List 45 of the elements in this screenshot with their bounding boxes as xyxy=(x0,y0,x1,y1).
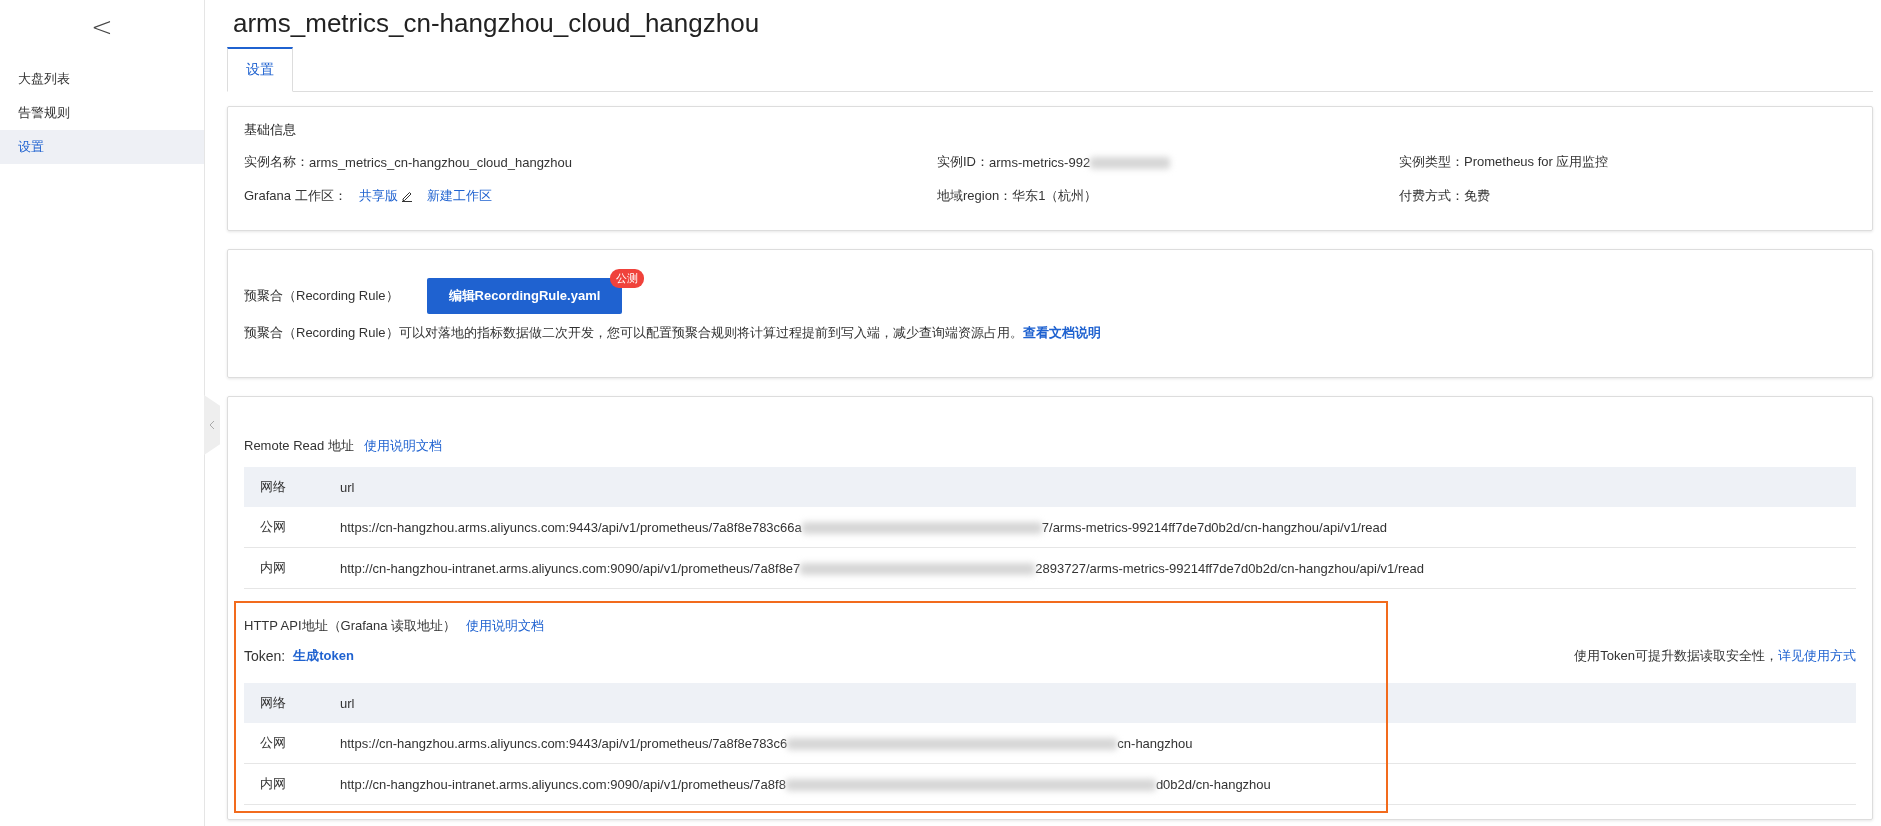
field-value: 免费 xyxy=(1464,187,1490,205)
generate-token-link[interactable]: 生成token xyxy=(293,647,354,665)
column-header: 网络 xyxy=(244,683,324,723)
field-label: 实例类型： xyxy=(1399,153,1464,171)
section-label: Remote Read 地址 xyxy=(244,437,354,455)
field-label: 实例名称： xyxy=(244,153,309,171)
sidebar-item[interactable]: 设置 xyxy=(0,130,204,164)
table-cell: 公网 xyxy=(244,723,324,764)
section-label: 预聚合（Recording Rule） xyxy=(244,286,399,305)
field-label: 付费方式： xyxy=(1399,187,1464,205)
table-cell: http://cn-hangzhou-intranet.arms.aliyuncs.com:9090/api/v1/prometheus/7a8f8e7 2893727/arms-metrics-99214ff7de7d0b2d/cn-hangzhou/api/v1/read xyxy=(324,547,1856,589)
card-title: 基础信息 xyxy=(244,121,297,139)
tab[interactable]: 设置 xyxy=(227,47,293,92)
table-cell: 内网 xyxy=(244,763,324,805)
field-value: Prometheus for 应用监控 xyxy=(1464,153,1609,171)
doc-link[interactable]: 使用说明文档 xyxy=(363,437,442,455)
field-value: arms-metrics-992 xyxy=(989,154,1171,170)
table-cell: 内网 xyxy=(244,547,324,589)
sidebar-item[interactable]: 告警规则 xyxy=(0,96,204,130)
doc-link[interactable]: 使用说明文档 xyxy=(466,617,545,635)
token-hint: 使用Token可提升数据读取安全性，详见使用方式 xyxy=(1574,647,1856,665)
edit-icon[interactable] xyxy=(400,190,413,202)
doc-link[interactable]: 查看文档说明 xyxy=(1022,324,1101,340)
field-label: 地域region： xyxy=(937,187,1013,205)
workspace-link[interactable]: 新建工作区 xyxy=(426,187,492,205)
beta-badge: 公测 xyxy=(610,268,645,288)
field-value: 华东1（杭州） xyxy=(1012,187,1098,205)
field-label: Grafana 工作区： xyxy=(244,187,347,205)
field-label: 实例ID： xyxy=(937,153,989,171)
column-header: url xyxy=(324,683,1856,723)
field-value: arms_metrics_cn-hangzhou_cloud_hangzhou xyxy=(309,154,573,170)
sidebar-item[interactable]: 大盘列表 xyxy=(0,62,204,96)
back-button[interactable]: < xyxy=(85,12,119,42)
column-header: 网络 xyxy=(244,467,324,507)
table-cell: 公网 xyxy=(244,507,324,548)
table-cell: https://cn-hangzhou.arms.aliyuncs.com:9443/api/v1/prometheus/7a8f8e783c6 cn-hangzhou xyxy=(324,723,1856,764)
usage-link[interactable]: 详见使用方式 xyxy=(1778,648,1856,663)
section-label: HTTP API地址（Grafana 读取地址） xyxy=(244,617,457,635)
table-cell: http://cn-hangzhou-intranet.arms.aliyuncs.com:9090/api/v1/prometheus/7a8f8 d0b2d/cn-hangzhou xyxy=(324,763,1856,805)
column-header: url xyxy=(324,467,1856,507)
token-label: Token: xyxy=(244,648,286,664)
page-title: arms_metrics_cn-hangzhou_cloud_hangzhou xyxy=(233,8,761,39)
table-cell: https://cn-hangzhou.arms.aliyuncs.com:9443/api/v1/prometheus/7a8f8e783c66a 7/arms-metrics-99214ff7de7d0b2d/cn-hangzhou/api/v1/read xyxy=(324,507,1856,548)
workspace-link[interactable]: 共享版 xyxy=(358,187,398,205)
description: 预聚合（Recording Rule）可以对落地的指标数据做二次开发，您可以配置预聚合规则将计算过程提前到写入端，减少查询端资源占用。查看文档说明 xyxy=(244,323,1102,342)
